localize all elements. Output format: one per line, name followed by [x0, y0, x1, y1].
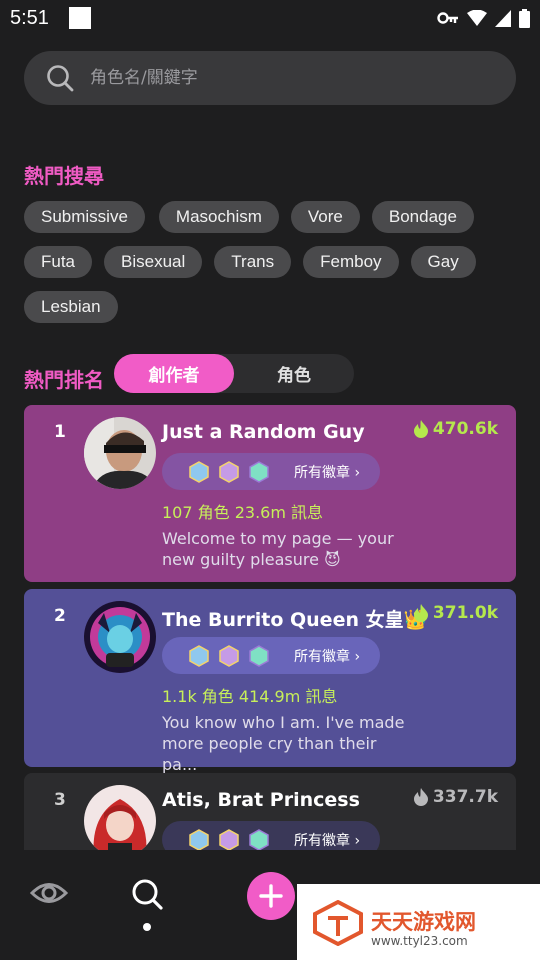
- all-badges-label: 所有徽章 ›: [294, 464, 361, 481]
- tag-futa[interactable]: Futa: [24, 246, 93, 278]
- badge-icon: [249, 828, 269, 851]
- active-tab-indicator: [143, 923, 151, 931]
- search-bar[interactable]: [24, 51, 516, 105]
- badge-icon: [219, 644, 239, 667]
- rank-number: 1: [54, 422, 66, 442]
- ranking-toggle: 創作者 角色: [114, 354, 354, 393]
- flame-icon: [413, 788, 428, 806]
- tag-bondage[interactable]: Bondage: [371, 201, 474, 233]
- avatar[interactable]: [84, 785, 156, 857]
- create-button[interactable]: [247, 872, 295, 920]
- flame-icon: [413, 604, 428, 622]
- hot-search-title: 熱門搜尋: [24, 164, 104, 188]
- flame-icon: [413, 420, 428, 438]
- tab-characters[interactable]: 角色: [234, 354, 354, 393]
- rank-number: 3: [54, 790, 66, 810]
- vpn-key-icon: [437, 12, 458, 24]
- tag-bisexual[interactable]: Bisexual: [104, 246, 203, 278]
- popularity-value: 371.0k: [432, 603, 498, 623]
- notification-icon: [68, 7, 91, 29]
- creator-stats: 1.1k 角色 414.9m 訊息: [162, 687, 338, 706]
- tag-trans[interactable]: Trans: [214, 246, 292, 278]
- bio-line: more people cry than their pa...: [162, 734, 377, 774]
- watermark-overlay: 天天游戏网 www.ttyl23.com: [297, 884, 540, 960]
- bio-line: Welcome to my page — your: [162, 529, 394, 548]
- creator-stats: 107 角色 23.6m 訊息: [162, 503, 324, 522]
- tag-vore[interactable]: Vore: [290, 201, 360, 233]
- badges-button[interactable]: 所有徽章 ›: [162, 453, 380, 490]
- badges-button[interactable]: 所有徽章 ›: [162, 637, 380, 674]
- creator-name: Just a Random Guy: [162, 421, 365, 443]
- badge-icon: [219, 828, 239, 851]
- bio-line: You know who I am. I've made: [162, 713, 405, 732]
- popularity: 470.6k: [413, 419, 498, 439]
- wifi-icon: [467, 10, 487, 26]
- badge-icon: [189, 828, 209, 851]
- creator-name: The Burrito Queen 女皇👑: [162, 609, 428, 631]
- creator-bio: Welcome to my page — your new guilty ple…: [162, 528, 412, 570]
- tag-submissive[interactable]: Submissive: [24, 201, 145, 233]
- signal-icon: [495, 9, 511, 27]
- watermark-logo-icon: [313, 900, 363, 946]
- badge-icon: [249, 644, 269, 667]
- eye-icon[interactable]: [30, 878, 68, 908]
- badge-icon: [219, 460, 239, 483]
- ranking-title: 熱門排名: [24, 368, 104, 392]
- hot-search-tags: Submissive Masochism Vore Bondage Futa B…: [24, 201, 516, 323]
- tag-gay[interactable]: Gay: [410, 246, 476, 278]
- all-badges-label: 所有徽章 ›: [294, 832, 361, 849]
- rank-number: 2: [54, 606, 66, 626]
- watermark-title: 天天游戏网: [371, 910, 476, 934]
- creator-card[interactable]: 1 Just a Random Guy 470.6k 所有徽章 › 107 角色…: [24, 405, 516, 582]
- status-bar: 5:51: [0, 0, 540, 36]
- avatar[interactable]: [84, 601, 156, 673]
- search-icon: [47, 65, 74, 92]
- avatar[interactable]: [84, 417, 156, 489]
- badge-icon: [249, 460, 269, 483]
- search-input[interactable]: [90, 68, 470, 88]
- badge-icon: [189, 460, 209, 483]
- plus-icon: [259, 884, 283, 908]
- tab-creators[interactable]: 創作者: [114, 354, 234, 393]
- status-icons: [437, 8, 530, 28]
- tag-lesbian[interactable]: Lesbian: [24, 291, 118, 323]
- tag-femboy[interactable]: Femboy: [303, 246, 399, 278]
- creator-name: Atis, Brat Princess: [162, 789, 360, 811]
- search-icon[interactable]: [131, 878, 163, 910]
- battery-icon: [519, 8, 530, 28]
- badge-icon: [189, 644, 209, 667]
- popularity-value: 470.6k: [432, 419, 498, 439]
- status-time: 5:51: [10, 6, 49, 29]
- creator-card[interactable]: 2 The Burrito Queen 女皇👑 371.0k 所有徽章 › 1.…: [24, 589, 516, 774]
- popularity: 371.0k: [413, 603, 498, 623]
- all-badges-label: 所有徽章 ›: [294, 648, 361, 665]
- creator-bio: You know who I am. I've made more people…: [162, 712, 412, 775]
- popularity-value: 337.7k: [432, 787, 498, 807]
- bio-line: new guilty pleasure 😈: [162, 550, 341, 569]
- watermark-url: www.ttyl23.com: [371, 934, 468, 948]
- popularity: 337.7k: [413, 787, 498, 807]
- tag-masochism[interactable]: Masochism: [158, 201, 279, 233]
